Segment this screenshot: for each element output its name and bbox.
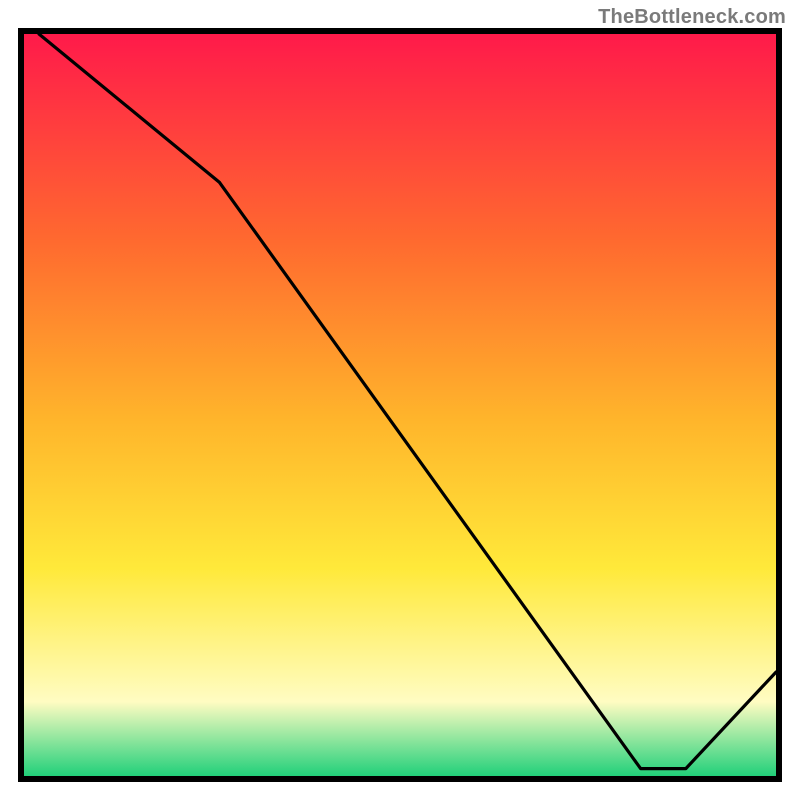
watermark-text: TheBottleneck.com [598,6,786,29]
chart-plot-area [18,28,782,782]
chart-container: TheBottleneck.com [0,0,800,800]
chart-svg [24,34,776,776]
gradient-background [24,34,776,776]
